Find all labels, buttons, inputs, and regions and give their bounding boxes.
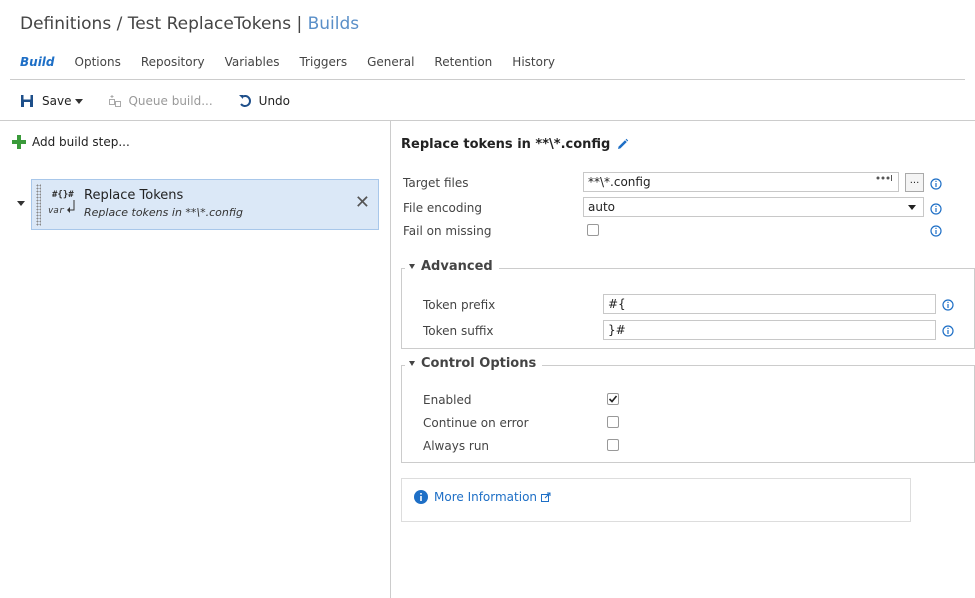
tabs-divider	[10, 79, 965, 80]
tab-history[interactable]: History	[512, 55, 555, 75]
tab-bar: Build Options Repository Variables Trigg…	[20, 55, 575, 75]
icon-bottom-text: var	[48, 206, 65, 216]
continue-on-error-label: Continue on error	[423, 416, 529, 430]
toolbar: Save Queue build... Undo	[20, 91, 315, 111]
icon-top-text: #{}#	[52, 190, 74, 200]
token-suffix-label: Token suffix	[423, 324, 494, 338]
tab-build[interactable]: Build	[20, 55, 55, 75]
toolbar-divider	[0, 120, 975, 121]
panel-splitter[interactable]	[390, 121, 391, 598]
tab-retention[interactable]: Retention	[434, 55, 492, 75]
always-run-checkbox[interactable]	[607, 439, 619, 451]
page-title: Definitions / Test ReplaceTokens | Build…	[20, 14, 359, 34]
more-information-link[interactable]: More Information	[434, 490, 551, 504]
plus-icon	[12, 135, 26, 149]
fail-on-missing-label: Fail on missing	[403, 224, 492, 238]
step-detail-title: Replace tokens in **\*.config	[401, 137, 629, 152]
target-files-input[interactable]: **\*.config	[583, 172, 899, 192]
close-icon[interactable]: ✕	[355, 194, 370, 212]
enabled-label: Enabled	[423, 393, 472, 407]
file-encoding-label: File encoding	[403, 201, 482, 215]
continue-on-error-checkbox[interactable]	[607, 416, 619, 428]
control-options-legend: Control Options	[421, 356, 537, 371]
builds-link[interactable]: Builds	[308, 14, 360, 34]
always-run-label: Always run	[423, 439, 490, 453]
build-step-item[interactable]: #{}# var Replace Tokens Replace tokens i…	[31, 179, 379, 230]
drag-handle[interactable]	[36, 184, 41, 226]
token-prefix-input[interactable]: #{	[603, 294, 936, 314]
collapse-caret-icon	[409, 264, 415, 269]
pencil-icon[interactable]	[616, 138, 629, 151]
undo-button[interactable]: Undo	[238, 94, 290, 108]
tab-options[interactable]: Options	[75, 55, 121, 75]
target-files-label: Target files	[403, 176, 469, 190]
breadcrumb: Definitions / Test ReplaceTokens	[20, 14, 292, 34]
tab-repository[interactable]: Repository	[141, 55, 205, 75]
info-icon[interactable]	[930, 178, 942, 190]
enabled-checkbox[interactable]	[607, 393, 619, 405]
info-icon[interactable]	[930, 225, 942, 237]
external-link-icon	[541, 492, 551, 502]
step-name: Replace Tokens	[84, 188, 184, 203]
step-description: Replace tokens in **\*.config	[84, 206, 243, 219]
browse-button[interactable]: ...	[905, 173, 924, 192]
info-icon[interactable]	[942, 325, 954, 337]
info-icon[interactable]	[930, 203, 942, 215]
more-information-label: More Information	[434, 490, 538, 504]
replace-tokens-icon: #{}# var	[48, 190, 78, 220]
advanced-group-header[interactable]: Advanced	[405, 259, 499, 274]
queue-build-button[interactable]: Queue build...	[108, 94, 213, 108]
token-prefix-label: Token prefix	[423, 298, 496, 312]
tab-variables[interactable]: Variables	[225, 55, 280, 75]
file-encoding-select[interactable]: auto	[583, 197, 924, 217]
more-information-box: More Information	[401, 478, 911, 522]
undo-label: Undo	[258, 94, 291, 108]
queue-build-icon	[109, 95, 122, 107]
tab-triggers[interactable]: Triggers	[299, 55, 347, 75]
checkmark-icon	[608, 395, 618, 403]
collapse-caret-icon[interactable]	[17, 201, 25, 206]
info-icon[interactable]	[942, 299, 954, 311]
undo-icon	[238, 95, 251, 107]
collapse-caret-icon	[409, 361, 415, 366]
token-suffix-input[interactable]: }#	[603, 320, 936, 340]
chevron-down-icon[interactable]	[75, 98, 84, 104]
tab-general[interactable]: General	[367, 55, 414, 75]
password-dots-icon	[876, 175, 892, 181]
breadcrumb-separator: |	[296, 14, 303, 34]
step-detail-title-text: Replace tokens in **\*.config	[401, 137, 611, 152]
save-icon	[21, 95, 33, 107]
queue-build-label: Queue build...	[128, 94, 213, 108]
save-button[interactable]: Save	[20, 94, 84, 108]
add-build-step-button[interactable]: Add build step...	[12, 135, 130, 149]
advanced-legend: Advanced	[421, 259, 493, 274]
info-icon	[414, 490, 428, 504]
control-options-header[interactable]: Control Options	[405, 356, 543, 371]
chevron-down-icon[interactable]	[908, 205, 916, 210]
fail-on-missing-checkbox[interactable]	[587, 224, 599, 236]
arrow-return-icon	[67, 200, 75, 213]
add-build-step-label: Add build step...	[32, 135, 130, 149]
save-label: Save	[42, 94, 72, 108]
